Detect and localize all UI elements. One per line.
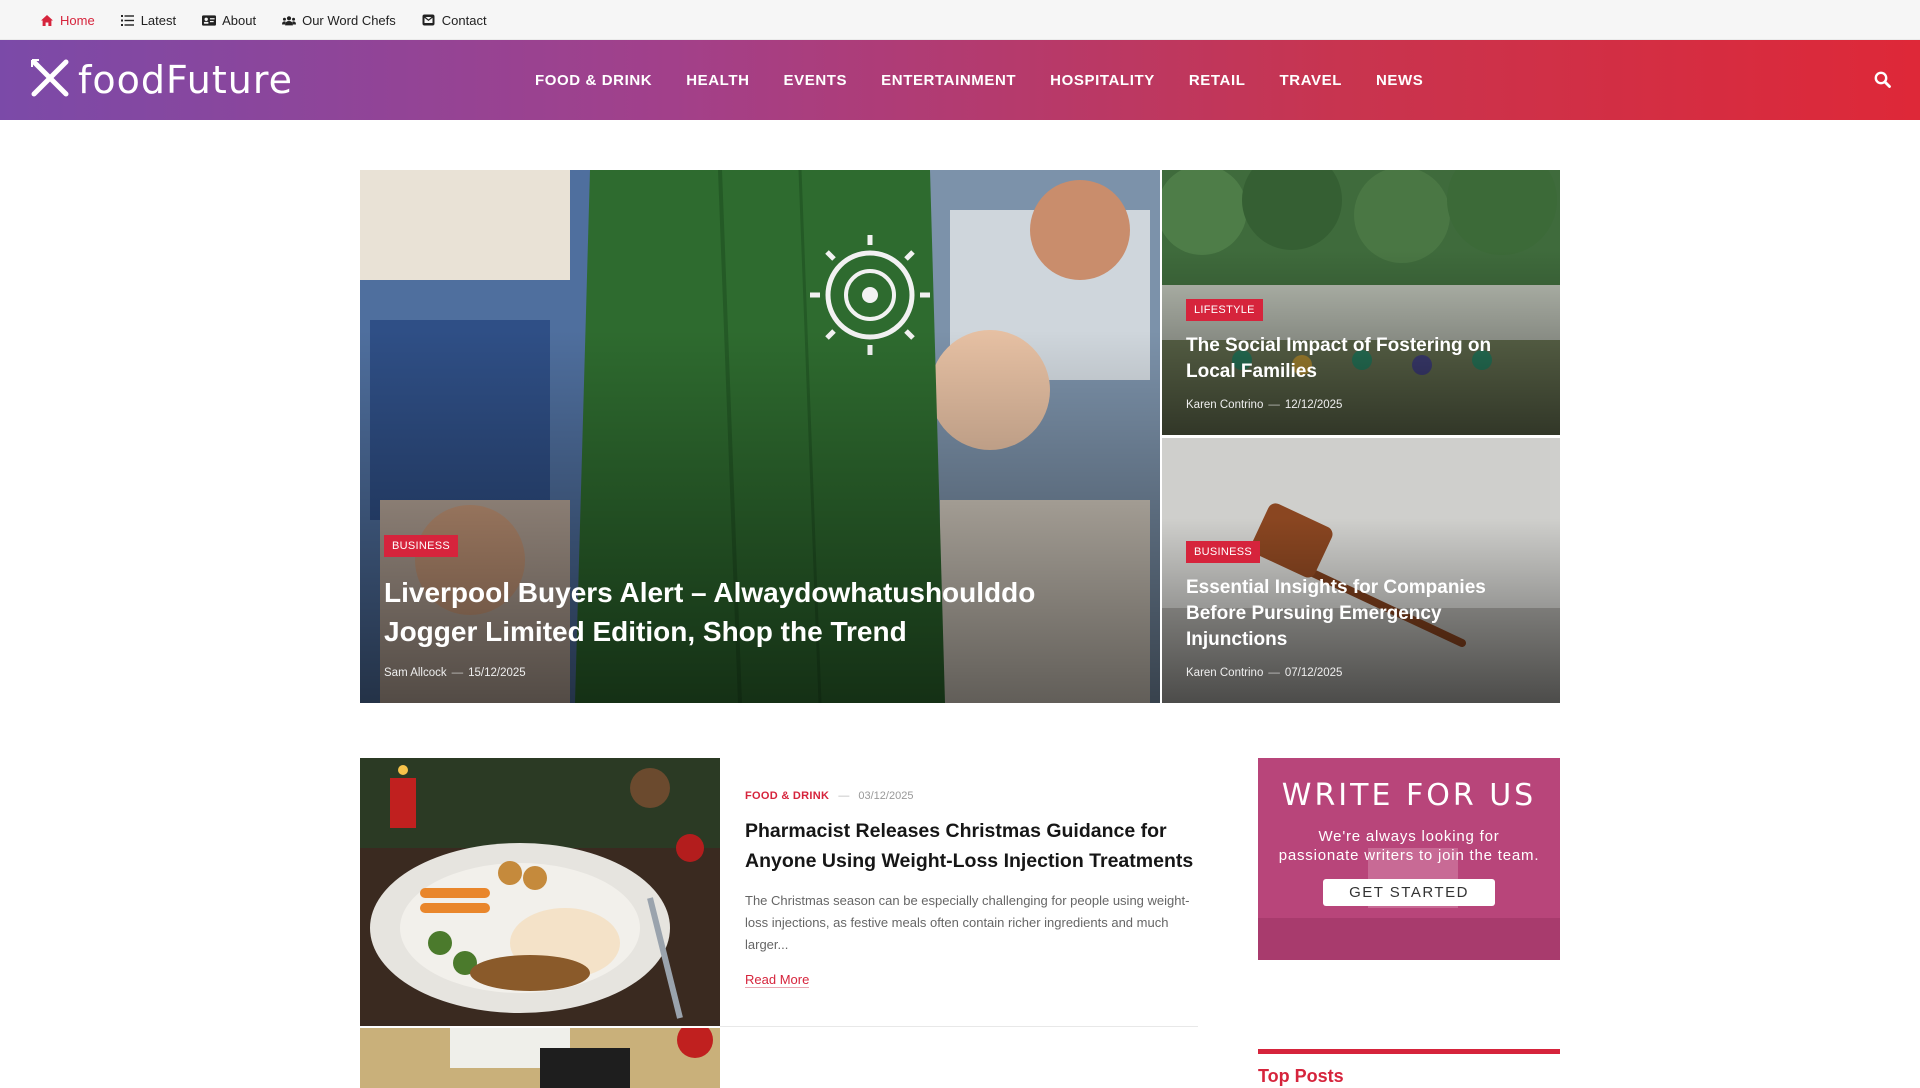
nav-news[interactable]: NEWS: [1376, 72, 1423, 89]
site-header: foodFuture FOOD & DRINK HEALTH EVENTS EN…: [0, 40, 1920, 120]
hero-main-meta: Sam Allcock —15/12/2025: [384, 667, 526, 679]
promo-content: WRITE FOR US We're always looking for pa…: [1258, 758, 1560, 960]
hero-side-2-meta: Karen Contrino —07/12/2025: [1186, 667, 1343, 679]
hero-side-1-caption: LIFESTYLE The Social Impact of Fostering…: [1186, 299, 1520, 411]
article-date: 03/12/2025: [858, 790, 914, 802]
promo-text: We're always looking for passionate writ…: [1278, 828, 1540, 864]
search-icon[interactable]: [1873, 70, 1893, 90]
article-excerpt: The Christmas season can be especially c…: [745, 893, 1190, 952]
top-link-latest[interactable]: Latest: [121, 13, 176, 28]
hero-main-category-badge[interactable]: BUSINESS: [384, 535, 459, 557]
site-logo[interactable]: foodFuture: [30, 58, 294, 103]
envelope-icon: [422, 13, 436, 27]
nav-health[interactable]: HEALTH: [686, 72, 749, 89]
nav-entertainment[interactable]: ENTERTAINMENT: [881, 72, 1016, 89]
hero-main-card[interactable]: BUSINESS Liverpool Buyers Alert – Alwayd…: [360, 170, 1160, 703]
list-icon: [121, 13, 135, 27]
hero-main-title[interactable]: Liverpool Buyers Alert – Alwaydowhatusho…: [384, 573, 1100, 651]
fork-knife-icon: [30, 58, 70, 103]
promo-heading: WRITE FOR US: [1281, 778, 1537, 813]
hero-side-2-category-badge[interactable]: BUSINESS: [1186, 541, 1261, 563]
article-meta: FOOD & DRINK — 03/12/2025: [745, 790, 914, 802]
top-posts-heading: Top Posts: [1258, 1066, 1344, 1086]
article-thumbnail-next-image: [360, 1028, 720, 1088]
article-category[interactable]: FOOD & DRINK: [745, 790, 829, 802]
home-icon: [40, 13, 54, 27]
nav-hospitality[interactable]: HOSPITALITY: [1050, 72, 1155, 89]
top-links: Home Latest About Our Word Chefs Contact: [40, 0, 487, 40]
users-icon: [282, 13, 297, 27]
top-link-contact[interactable]: Contact: [422, 13, 487, 28]
hero-side-card-2[interactable]: BUSINESS Essential Insights for Companie…: [1162, 438, 1560, 703]
hero-side-1-meta: Karen Contrino —12/12/2025: [1186, 399, 1343, 411]
hero-main-author[interactable]: Sam Allcock: [384, 667, 447, 679]
article-body: FOOD & DRINK — 03/12/2025 Pharmacist Rel…: [745, 790, 1200, 989]
nav-events[interactable]: EVENTS: [784, 72, 848, 89]
top-link-about[interactable]: About: [202, 13, 256, 28]
article-thumbnail-image: [360, 758, 720, 1026]
nav-travel[interactable]: TRAVEL: [1280, 72, 1343, 89]
get-started-button[interactable]: GET STARTED: [1323, 879, 1495, 906]
article-thumbnail-next[interactable]: [360, 1028, 720, 1088]
top-link-about-label: About: [222, 12, 257, 28]
write-for-us-promo[interactable]: WRITE FOR US We're always looking for pa…: [1258, 758, 1560, 960]
hero-main-caption: BUSINESS Liverpool Buyers Alert – Alwayd…: [384, 535, 1100, 679]
article-thumbnail[interactable]: [360, 758, 720, 1026]
top-posts-divider: [1258, 1049, 1560, 1054]
hero-side-2-caption: BUSINESS Essential Insights for Companie…: [1186, 541, 1520, 679]
hero-side-1-title[interactable]: The Social Impact of Fostering on Local …: [1186, 333, 1520, 385]
top-link-word-chefs[interactable]: Our Word Chefs: [282, 13, 396, 28]
logo-text: foodFuture: [78, 58, 294, 102]
top-link-latest-label: Latest: [140, 12, 177, 28]
article-divider: [720, 1026, 1198, 1027]
hero-side-2-title[interactable]: Essential Insights for Companies Before …: [1186, 575, 1520, 653]
hero-side-1-category-badge[interactable]: LIFESTYLE: [1186, 299, 1263, 321]
id-card-icon: [202, 13, 217, 27]
top-utility-bar: Home Latest About Our Word Chefs Contact: [0, 0, 1920, 40]
top-link-home[interactable]: Home: [40, 13, 95, 28]
hero-side-1-author[interactable]: Karen Contrino: [1186, 399, 1263, 411]
nav-food-drink[interactable]: FOOD & DRINK: [535, 72, 652, 89]
article-title[interactable]: Pharmacist Releases Christmas Guidance f…: [745, 816, 1200, 876]
top-link-word-chefs-label: Our Word Chefs: [302, 12, 396, 28]
hero-side-2-author[interactable]: Karen Contrino: [1186, 667, 1263, 679]
top-link-home-label: Home: [60, 12, 95, 28]
hero-side-card-1[interactable]: LIFESTYLE The Social Impact of Fostering…: [1162, 170, 1560, 435]
hero-side-1-date: 12/12/2025: [1284, 399, 1343, 411]
read-more-link[interactable]: Read More: [745, 972, 810, 988]
hero-main-date: 15/12/2025: [468, 667, 526, 679]
hero-side-2-date: 07/12/2025: [1284, 667, 1343, 679]
nav-retail[interactable]: RETAIL: [1189, 72, 1246, 89]
main-nav: FOOD & DRINK HEALTH EVENTS ENTERTAINMENT…: [535, 40, 1423, 120]
top-link-contact-label: Contact: [441, 12, 487, 28]
